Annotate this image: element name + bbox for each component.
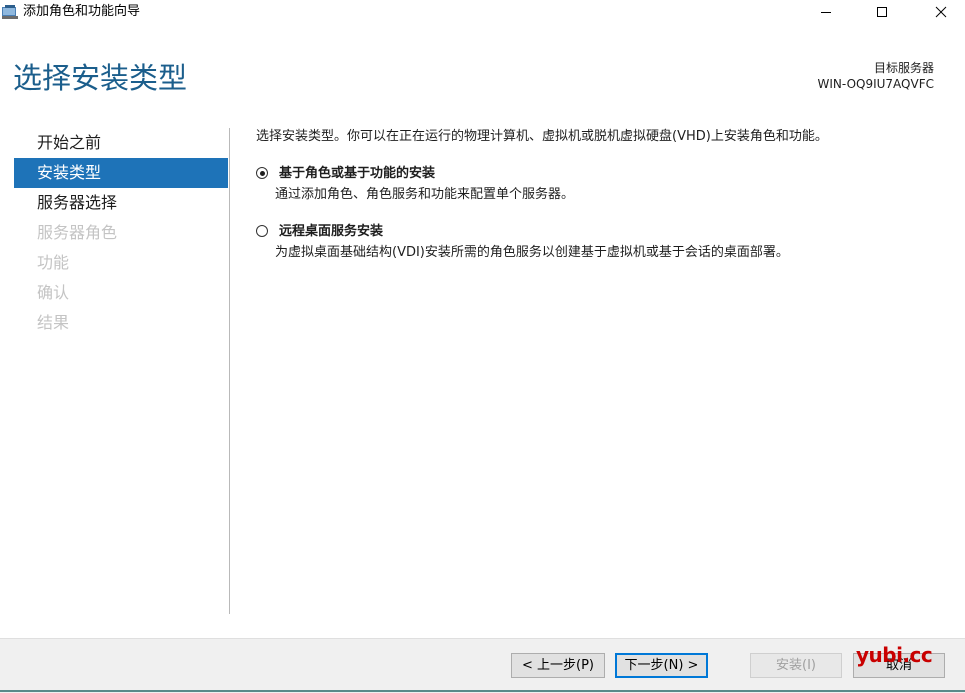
- previous-button[interactable]: < 上一步(P): [511, 653, 605, 678]
- window-title: 添加角色和功能向导: [23, 4, 141, 19]
- install-button: 安装(I): [750, 653, 842, 678]
- nav-item-confirmation: 确认: [37, 283, 70, 302]
- watermark: yubi.cc: [856, 643, 933, 667]
- option-description: 通过添加角色、角色服务和功能来配置单个服务器。: [275, 187, 575, 202]
- minimize-button[interactable]: [803, 0, 849, 24]
- radio-selected-dot: [259, 170, 265, 176]
- radio-remote-desktop[interactable]: [256, 225, 268, 237]
- nav-item-server-selection[interactable]: 服务器选择: [14, 188, 228, 218]
- maximize-button[interactable]: [859, 0, 905, 24]
- minimize-icon: [821, 12, 831, 13]
- option-description: 为虚拟桌面基础结构(VDI)安装所需的角色服务以创建基于虚拟机或基于会话的桌面部…: [275, 245, 789, 260]
- nav-item-features: 功能: [37, 253, 70, 272]
- title-bar: 添加角色和功能向导: [0, 0, 965, 24]
- radio-role-based[interactable]: [256, 167, 268, 179]
- destination-server-label: 目标服务器: [873, 61, 934, 75]
- nav-item-before-you-begin[interactable]: 开始之前: [14, 128, 228, 158]
- close-icon: [935, 6, 947, 18]
- nav-divider: [229, 128, 230, 614]
- next-button[interactable]: 下一步(N) >: [615, 653, 708, 678]
- nav-item-installation-type[interactable]: 安装类型: [14, 158, 228, 188]
- close-button[interactable]: [918, 0, 964, 24]
- wizard-nav: 开始之前 安装类型 服务器选择 服务器角色 功能 确认 结果: [14, 128, 228, 338]
- maximize-icon: [877, 7, 887, 17]
- nav-item-server-roles: 服务器角色: [37, 223, 118, 242]
- server-manager-icon: [2, 4, 18, 19]
- intro-text: 选择安装类型。你可以在正在运行的物理计算机、虚拟机或脱机虚拟硬盘(VHD)上安装…: [256, 129, 828, 144]
- destination-server-name: WIN-OQ9IU7AQVFC: [817, 77, 934, 91]
- option-title[interactable]: 基于角色或基于功能的安装: [279, 165, 435, 182]
- footer-bar: < 上一步(P) 下一步(N) > 安装(I) 取消: [0, 638, 965, 693]
- page-title: 选择安装类型: [13, 61, 188, 95]
- option-title[interactable]: 远程桌面服务安装: [279, 223, 383, 240]
- wizard-window: 添加角色和功能向导 选择安装类型 目标服务器 WIN-OQ9IU7AQVFC 开…: [0, 0, 965, 693]
- nav-item-results: 结果: [37, 313, 70, 332]
